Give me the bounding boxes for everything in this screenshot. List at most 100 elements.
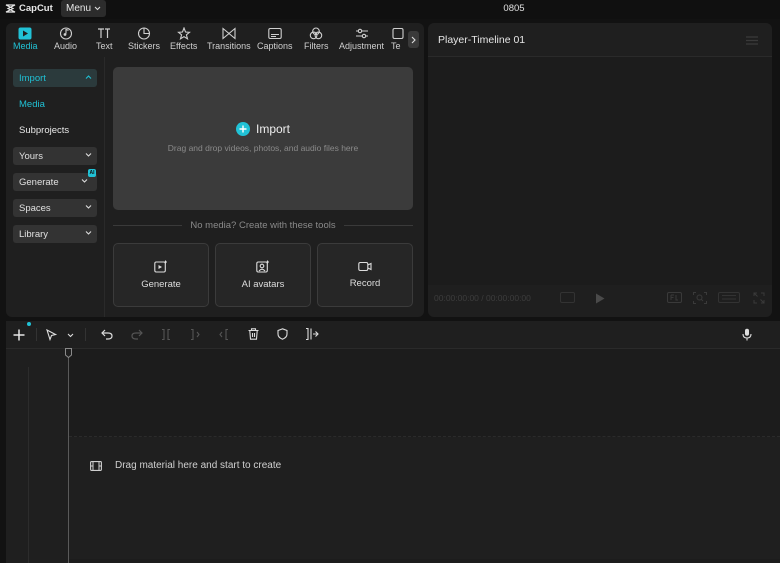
tools-heading: No media? Create with these tools xyxy=(113,219,413,231)
transitions-icon xyxy=(222,27,236,40)
microphone-icon[interactable] xyxy=(742,328,752,341)
sidebar-generate[interactable]: Generate AI xyxy=(13,169,97,191)
tab-adjustment[interactable]: Adjustment xyxy=(339,27,384,51)
plus-circle-icon xyxy=(235,122,250,136)
ai-avatar-icon xyxy=(256,260,269,273)
redo-icon[interactable] xyxy=(131,329,143,340)
split-icon[interactable] xyxy=(161,329,171,340)
tab-stickers[interactable]: Stickers xyxy=(128,27,160,51)
sidebar-library[interactable]: Library xyxy=(13,225,97,243)
delete-right-icon[interactable] xyxy=(219,329,229,340)
toolbar-separator xyxy=(85,328,86,341)
divider-line xyxy=(343,224,413,226)
tab-effects-label: Effects xyxy=(170,41,198,51)
zoom-icon[interactable] xyxy=(693,292,707,304)
player-title: Player-Timeline 01 xyxy=(438,34,526,46)
sidebar-spaces-label: Spaces xyxy=(19,202,51,214)
record-card[interactable]: Record xyxy=(317,243,413,307)
panel-divider xyxy=(104,57,105,317)
chevron-up-icon xyxy=(85,75,92,79)
record-card-label: Record xyxy=(349,278,381,289)
ai-badge: AI xyxy=(88,169,96,177)
import-subtitle: Drag and drop videos, photos, and audio … xyxy=(167,143,359,153)
freeze-frame-icon[interactable] xyxy=(305,328,319,340)
tab-stickers-label: Stickers xyxy=(128,41,161,51)
tab-audio[interactable]: Audio xyxy=(54,27,77,51)
tab-captions[interactable]: Captions xyxy=(257,27,293,51)
media-icon xyxy=(18,27,32,40)
generate-card-label: Generate xyxy=(141,279,181,290)
import-title: Import xyxy=(255,122,290,136)
tab-effects[interactable]: Effects xyxy=(170,27,197,51)
media-sidebar: Import Media Subprojects Yours Generate … xyxy=(6,62,104,317)
template-icon xyxy=(392,27,404,40)
main-track[interactable] xyxy=(69,437,780,559)
fullscreen-icon[interactable] xyxy=(753,292,765,304)
import-dropzone[interactable]: Import Drag and drop videos, photos, and… xyxy=(113,67,413,210)
timeline-panel: Drag material here and start to create xyxy=(6,321,780,563)
filters-icon xyxy=(309,27,323,40)
adjustment-icon xyxy=(355,28,368,39)
sidebar-spaces[interactable]: Spaces xyxy=(13,199,97,217)
sidebar-library-label: Library xyxy=(19,228,49,240)
sidebar-generate-label: Generate xyxy=(19,176,59,188)
tab-filters[interactable]: Filters xyxy=(304,27,329,51)
drag-hint: Drag material here and start to create xyxy=(90,460,281,471)
audio-icon xyxy=(59,27,72,40)
chevron-down-icon[interactable] xyxy=(67,333,74,338)
ai-avatars-card-label: AI avatars xyxy=(241,279,285,290)
toolbar-separator xyxy=(36,328,37,341)
tab-captions-label: Captions xyxy=(257,41,293,51)
project-name[interactable]: 0805 xyxy=(0,3,780,14)
record-icon xyxy=(358,261,372,272)
hamburger-menu-icon[interactable] xyxy=(746,36,758,45)
tab-adjustment-label: Adjustment xyxy=(339,41,385,51)
play-icon[interactable] xyxy=(595,293,605,304)
player-panel: Player-Timeline 01 00:00:00:00 / 00:00:0… xyxy=(428,23,772,317)
tab-text[interactable]: Text xyxy=(96,27,113,51)
select-cursor-icon[interactable] xyxy=(46,329,57,341)
chevron-right-icon xyxy=(411,36,416,43)
timeline-view-icon[interactable] xyxy=(560,292,575,303)
chevron-down-icon xyxy=(85,231,92,235)
asset-toolbar: Media Audio Text Stickers Effects Transi… xyxy=(6,23,424,57)
text-icon xyxy=(98,28,111,38)
full-quality-icon[interactable] xyxy=(667,292,682,303)
tab-transitions-label: Transitions xyxy=(207,41,251,51)
sidebar-yours[interactable]: Yours xyxy=(13,147,97,165)
toolbar-scroll-right-button[interactable] xyxy=(408,31,419,48)
player-viewport[interactable] xyxy=(428,57,772,285)
title-bar: CapCut Menu 0805 xyxy=(0,0,780,19)
timeline-toolbar xyxy=(6,321,780,348)
sidebar-item-media[interactable]: Media xyxy=(19,99,45,110)
captions-icon xyxy=(268,27,282,40)
drag-hint-text: Drag material here and start to create xyxy=(115,460,282,471)
sidebar-yours-label: Yours xyxy=(19,150,43,162)
shield-icon[interactable] xyxy=(277,328,288,340)
playhead-handle-icon[interactable] xyxy=(65,348,72,358)
tab-audio-label: Audio xyxy=(54,41,78,51)
delete-left-icon[interactable] xyxy=(190,329,200,340)
notification-dot xyxy=(27,322,31,326)
playhead[interactable] xyxy=(68,348,69,563)
ai-avatars-card[interactable]: AI avatars xyxy=(215,243,311,307)
tab-templates[interactable]: Te xyxy=(391,27,405,51)
media-panel: Media Audio Text Stickers Effects Transi… xyxy=(6,23,424,317)
sidebar-item-subprojects[interactable]: Subprojects xyxy=(19,125,69,136)
film-icon xyxy=(90,460,102,471)
tab-media-label: Media xyxy=(13,41,38,51)
generate-card[interactable]: Generate xyxy=(113,243,209,307)
undo-icon[interactable] xyxy=(101,329,113,340)
import-button[interactable]: Import xyxy=(113,122,413,136)
tab-filters-label: Filters xyxy=(304,41,329,51)
delete-icon[interactable] xyxy=(248,328,259,340)
chevron-down-icon xyxy=(81,179,88,183)
aspect-ratio-icon[interactable] xyxy=(718,292,740,303)
tab-text-label: Text xyxy=(96,41,113,51)
sidebar-import[interactable]: Import xyxy=(13,69,97,87)
add-track-icon[interactable] xyxy=(13,329,25,341)
tab-media[interactable]: Media xyxy=(13,27,38,51)
chevron-down-icon xyxy=(85,205,92,209)
tab-transitions[interactable]: Transitions xyxy=(207,27,251,51)
tab-templates-label: Te xyxy=(391,41,401,51)
